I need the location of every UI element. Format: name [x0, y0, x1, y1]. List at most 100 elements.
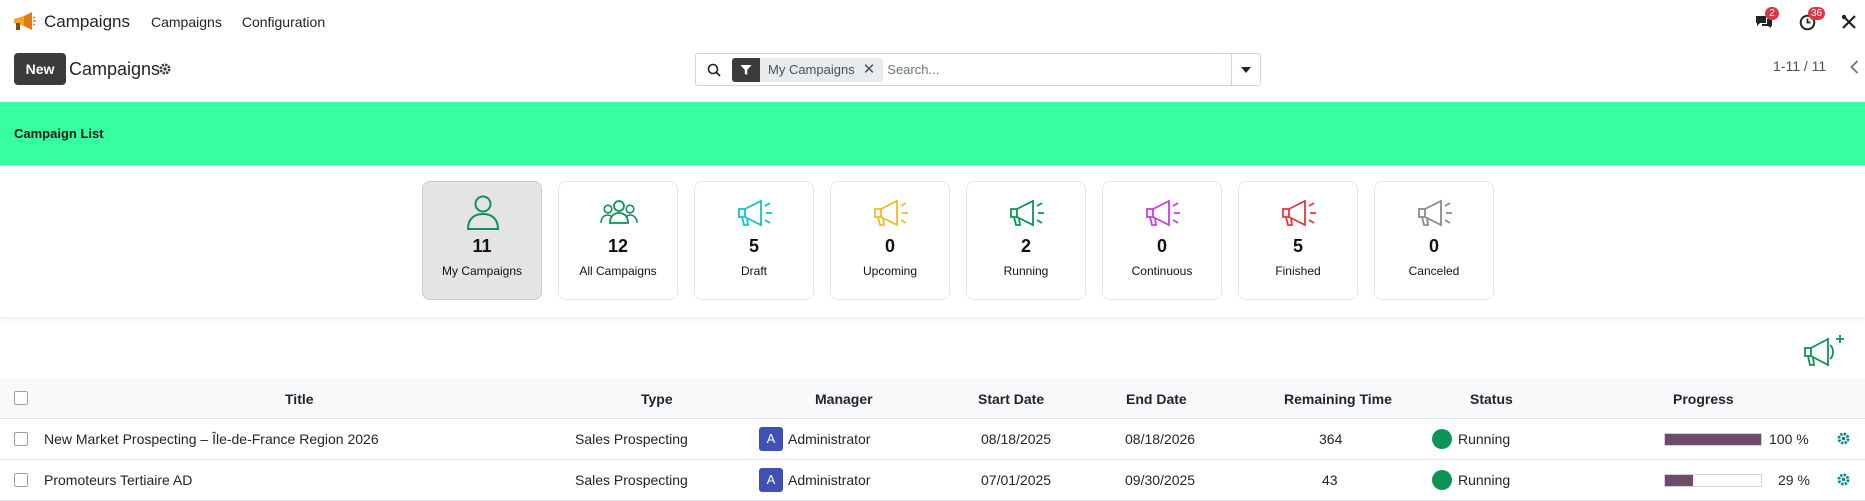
new-button[interactable]: New [14, 53, 66, 85]
column-title[interactable]: Title [285, 391, 314, 407]
row-title: Promoteurs Tertiaire AD [44, 472, 193, 488]
stat-count: 11 [472, 236, 492, 256]
stat-label: Continuous [1131, 264, 1193, 278]
row-type: Sales Prospecting [575, 472, 688, 488]
row-manager: Administrator [788, 472, 871, 488]
campaign-list-banner: Campaign List [0, 102, 1865, 165]
search-icon [707, 63, 721, 77]
systray: 2 36 [1752, 0, 1865, 44]
pager-previous-button[interactable] [1843, 56, 1865, 78]
filter-icon [732, 57, 760, 82]
user-icon [466, 195, 500, 230]
row-checkbox[interactable] [14, 473, 28, 487]
stat-count: 5 [1292, 236, 1303, 256]
page-title: Campaigns [69, 59, 161, 79]
app-title: Campaigns [44, 12, 130, 31]
stat-label: Running [1003, 264, 1049, 278]
status-indicator [1432, 470, 1452, 490]
progress-bar [1664, 433, 1762, 446]
messages-button[interactable]: 2 [1752, 7, 1779, 34]
progress-bar [1664, 474, 1762, 487]
top-navbar: Campaigns Campaigns Configuration 2 36 [0, 0, 1865, 44]
activities-badge: 36 [1808, 7, 1826, 20]
pager-value[interactable]: 1-11 / 11 [1773, 58, 1826, 74]
activities-button[interactable]: 36 [1795, 7, 1826, 34]
search-options-toggle[interactable] [1231, 54, 1260, 85]
remove-facet-icon[interactable]: ✕ [863, 58, 884, 82]
stat-label: Upcoming [862, 264, 918, 278]
search-button[interactable] [696, 54, 732, 85]
stat-label: My Campaigns [441, 264, 523, 278]
search-facet: My Campaigns ✕ [732, 57, 884, 82]
stat-card-my-campaigns[interactable]: 11 My Campaigns [422, 181, 542, 300]
stat-card-draft[interactable]: 5 Draft [694, 181, 814, 300]
megaphone-icon [1146, 199, 1180, 227]
avatar: A [759, 427, 783, 451]
row-end-date: 09/30/2025 [1125, 472, 1196, 488]
row-start-date: 07/01/2025 [981, 472, 1052, 488]
column-manager[interactable]: Manager [815, 391, 873, 407]
gear-icon[interactable] [159, 63, 171, 75]
row-progress-label: 29 % [1778, 472, 1810, 488]
stat-count: 5 [748, 236, 759, 256]
stat-card-all-campaigns[interactable]: 12 All Campaigns [558, 181, 678, 300]
column-status[interactable]: Status [1470, 391, 1513, 407]
table-row[interactable]: Promoteurs Tertiaire AD Sales Prospectin… [0, 460, 1865, 501]
gear-icon[interactable] [1837, 432, 1850, 445]
stat-count: 2 [1020, 236, 1031, 256]
new-campaign-megaphone-icon[interactable] [1802, 333, 1848, 369]
row-manager: Administrator [788, 431, 871, 447]
column-start-date[interactable]: Start Date [978, 391, 1044, 407]
stat-card-running[interactable]: 2 Running [966, 181, 1086, 300]
stat-cards-panel: 11 My Campaigns 12 All Campaigns 5 Draft [0, 165, 1865, 317]
stat-label: All Campaigns [579, 264, 657, 278]
megaphone-icon [1282, 199, 1316, 227]
app-brand[interactable]: Campaigns [12, 11, 130, 33]
facet-label: My Campaigns [768, 62, 855, 77]
row-remaining-time: 43 [1322, 472, 1338, 488]
tools-icon [1841, 14, 1856, 29]
stat-label: Canceled [1408, 264, 1460, 278]
progress-fill [1665, 434, 1761, 445]
status-indicator [1432, 429, 1452, 449]
messages-badge: 2 [1765, 7, 1779, 20]
chevron-left-icon [1849, 60, 1858, 74]
menu-campaigns[interactable]: Campaigns [151, 14, 222, 30]
stat-card-continuous[interactable]: 0 Continuous [1102, 181, 1222, 300]
debug-tools-button[interactable] [1837, 10, 1861, 34]
megaphone-icon [1010, 199, 1044, 227]
row-title: New Market Prospecting – Île-de-France R… [44, 431, 379, 447]
megaphone-icon [738, 199, 772, 227]
megaphone-icon [14, 12, 36, 30]
search-bar: My Campaigns ✕ [695, 53, 1261, 86]
caret-down-icon [1241, 66, 1251, 73]
gear-icon[interactable] [1837, 473, 1850, 486]
stat-count: 0 [1428, 236, 1439, 256]
banner-title: Campaign List [14, 126, 104, 141]
select-all-checkbox[interactable] [14, 391, 28, 405]
stat-label: Finished [1275, 264, 1321, 278]
table-row[interactable]: New Market Prospecting – Île-de-France R… [0, 419, 1865, 460]
row-start-date: 08/18/2025 [981, 431, 1052, 447]
megaphone-icon [1418, 199, 1452, 227]
table-header: Title Type Manager Start Date End Date R… [0, 378, 1865, 419]
row-status: Running [1458, 431, 1511, 447]
column-remaining-time[interactable]: Remaining Time [1284, 391, 1392, 407]
row-checkbox[interactable] [14, 432, 28, 446]
stat-card-upcoming[interactable]: 0 Upcoming [830, 181, 950, 300]
menu-configuration[interactable]: Configuration [242, 14, 325, 30]
search-input[interactable] [887, 57, 1228, 82]
users-icon [600, 200, 638, 224]
stat-card-finished[interactable]: 5 Finished [1238, 181, 1358, 300]
column-end-date[interactable]: End Date [1126, 391, 1187, 407]
stat-count: 12 [607, 236, 629, 256]
row-end-date: 08/18/2026 [1125, 431, 1196, 447]
row-type: Sales Prospecting [575, 431, 688, 447]
row-remaining-time: 364 [1319, 431, 1343, 447]
stat-count: 0 [1156, 236, 1167, 256]
row-progress-label: 100 % [1769, 431, 1809, 447]
column-progress[interactable]: Progress [1673, 391, 1734, 407]
column-type[interactable]: Type [641, 391, 673, 407]
megaphone-icon [874, 199, 908, 227]
stat-card-canceled[interactable]: 0 Canceled [1374, 181, 1494, 300]
